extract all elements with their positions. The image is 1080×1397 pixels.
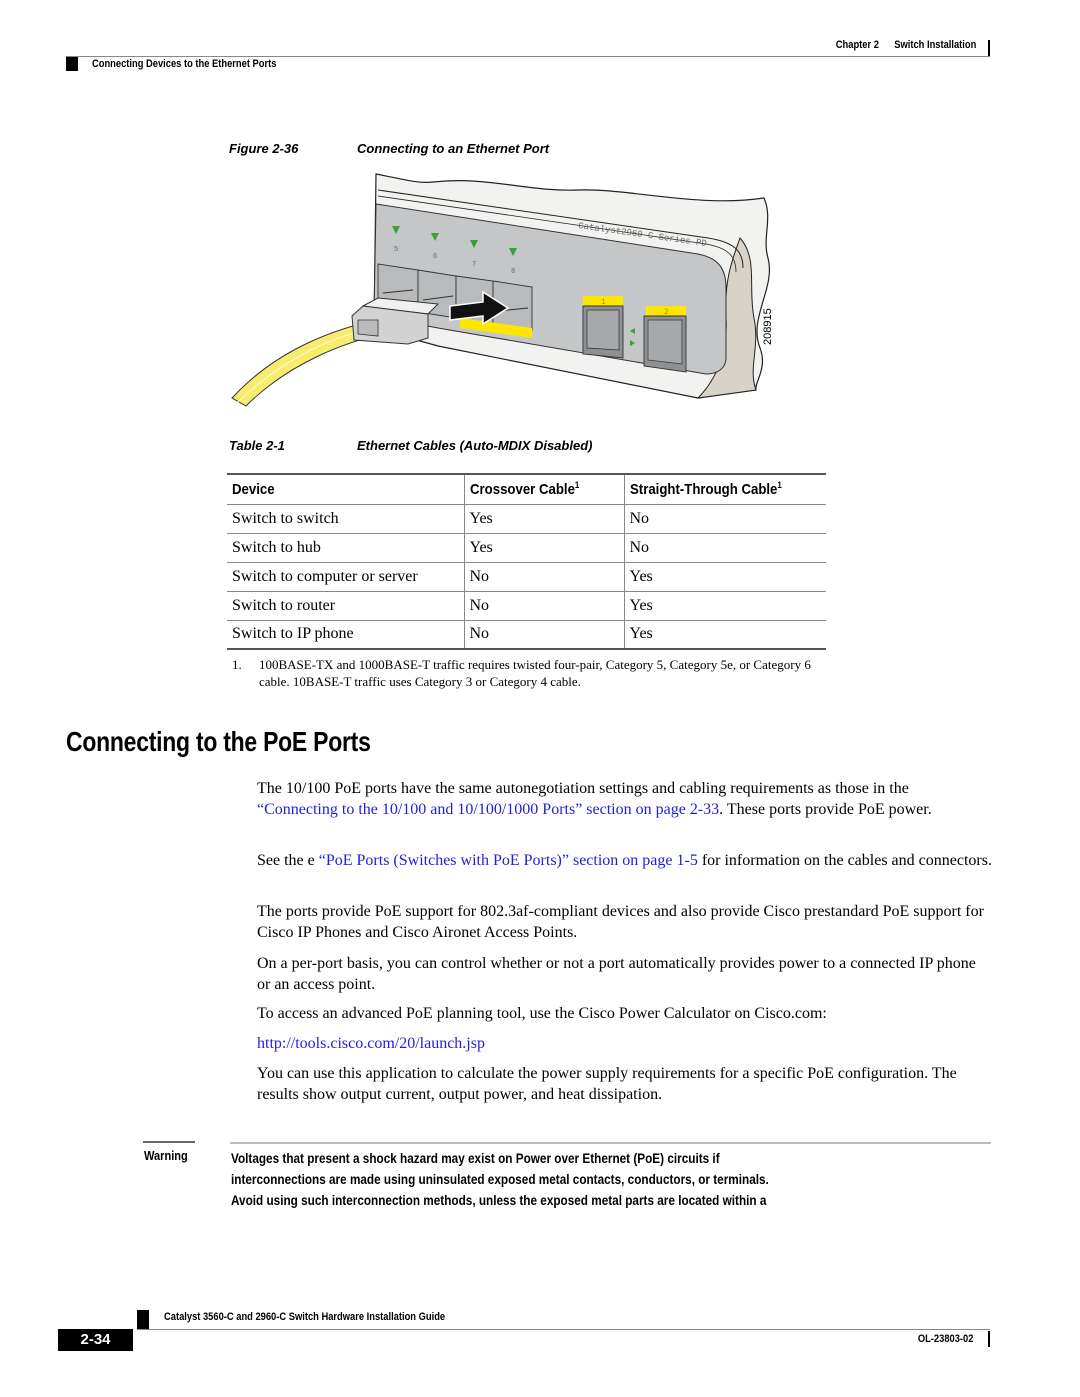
paragraph-per-port: On a per-port basis, you can control whe…	[257, 955, 976, 993]
port-number-5: 5	[394, 246, 398, 254]
chapter-label: Chapter 2	[835, 39, 879, 51]
column-header-straight-through: Straight-Through Cable1	[623, 474, 826, 504]
cell-crossover: No	[463, 620, 624, 650]
warning-text: Voltages that present a shock hazard may…	[231, 1148, 987, 1211]
footer-square-mark	[137, 1310, 149, 1329]
column-header-crossover: Crossover Cable1	[463, 474, 624, 504]
table-row: Switch to IP phone No Yes	[227, 620, 826, 650]
figure-id: 208915	[762, 308, 774, 345]
footer-bar-mark	[988, 1331, 990, 1347]
paragraph-autonegotiation: The 10/100 PoE ports have the same auton…	[257, 780, 932, 818]
footnote-number: 1.	[232, 657, 242, 672]
warning-label-rule	[143, 1141, 195, 1143]
table-footnote: 1. 100BASE-TX and 1000BASE-T traffic req…	[232, 656, 832, 690]
cell-straight-through: No	[623, 504, 826, 534]
port-number-6: 6	[433, 253, 437, 261]
header-rule	[66, 56, 990, 57]
figure-label: Figure 2-36	[229, 141, 299, 156]
header-square-mark	[66, 57, 78, 71]
cell-device: Switch to hub	[227, 533, 464, 563]
port-number-8: 8	[511, 268, 515, 276]
warning-line: interconnections are made using uninsula…	[231, 1171, 769, 1187]
footnote-ref: 1	[574, 480, 579, 491]
ethernet-cables-table: Device Crossover Cable1 Straight-Through…	[227, 473, 826, 650]
warning-label: Warning	[144, 1148, 188, 1163]
link-10-100-ports-section[interactable]: “Connecting to the 10/100 and 10/100/100…	[257, 801, 719, 818]
cell-device: Switch to computer or server	[227, 562, 464, 592]
link-poe-ports-section[interactable]: “PoE Ports (Switches with PoE Ports)” se…	[319, 852, 698, 869]
table-header-row: Device Crossover Cable1 Straight-Through…	[227, 474, 826, 504]
paragraph-power-calculator: To access an advanced PoE planning tool,…	[257, 1005, 827, 1022]
cell-straight-through: No	[623, 533, 826, 563]
rj45-plug-icon	[351, 297, 440, 345]
column-header-device: Device	[232, 480, 275, 498]
link-power-calculator-url[interactable]: http://tools.cisco.com/20/launch.jsp	[257, 1035, 485, 1052]
paragraph-url: http://tools.cisco.com/20/launch.jsp	[257, 1033, 992, 1054]
running-header-section: Connecting Devices to the Ethernet Ports	[92, 58, 277, 70]
footer-guide-title: Catalyst 3560-C and 2960-C Switch Hardwa…	[164, 1311, 446, 1323]
table-row: Switch to switch Yes No	[227, 504, 826, 534]
document-number: OL-23803-02	[917, 1333, 973, 1345]
section-heading: Connecting to the PoE Ports	[66, 726, 371, 757]
figure-title: Connecting to an Ethernet Port	[357, 141, 550, 156]
header-bar-mark	[988, 40, 990, 56]
cell-device: Switch to switch	[227, 504, 464, 534]
footer-rule	[137, 1329, 990, 1330]
cell-straight-through: Yes	[623, 591, 826, 621]
cell-straight-through: Yes	[623, 562, 826, 592]
table-row: Switch to router No Yes	[227, 591, 826, 621]
table-row: Switch to computer or server No Yes	[227, 562, 826, 592]
ethernet-port-illustration: Catalyst2960-C Series PD 5 6 7 8 1 2	[231, 173, 770, 407]
chapter-title: Switch Installation	[893, 39, 976, 51]
warning-line: Avoid using such interconnection methods…	[231, 1192, 767, 1208]
cell-crossover: No	[463, 591, 624, 621]
cell-crossover: Yes	[463, 504, 624, 534]
cell-crossover: Yes	[463, 533, 624, 563]
running-header-chapter: Chapter 2 Switch Installation	[835, 39, 976, 51]
table-title: Ethernet Cables (Auto-MDIX Disabled)	[357, 438, 593, 453]
footnote-text: 100BASE-TX and 1000BASE-T traffic requir…	[259, 657, 811, 689]
page-number: 2-34	[58, 1329, 133, 1351]
warning-rule	[230, 1142, 991, 1144]
paragraph-see-poe-ports: See the e “PoE Ports (Switches with PoE …	[257, 852, 992, 869]
table-row: Switch to hub Yes No	[227, 533, 826, 563]
table-label: Table 2-1	[229, 438, 285, 453]
cell-device: Switch to IP phone	[227, 620, 464, 650]
cell-crossover: No	[463, 562, 624, 592]
port-number-7: 7	[472, 261, 476, 269]
cell-straight-through: Yes	[623, 620, 826, 650]
paragraph-poe-support: The ports provide PoE support for 802.3a…	[257, 903, 984, 941]
warning-line: Voltages that present a shock hazard may…	[231, 1150, 720, 1166]
paragraph-calculate: You can use this application to calculat…	[257, 1065, 957, 1103]
footnote-ref: 1	[776, 480, 782, 491]
cell-device: Switch to router	[227, 591, 464, 621]
